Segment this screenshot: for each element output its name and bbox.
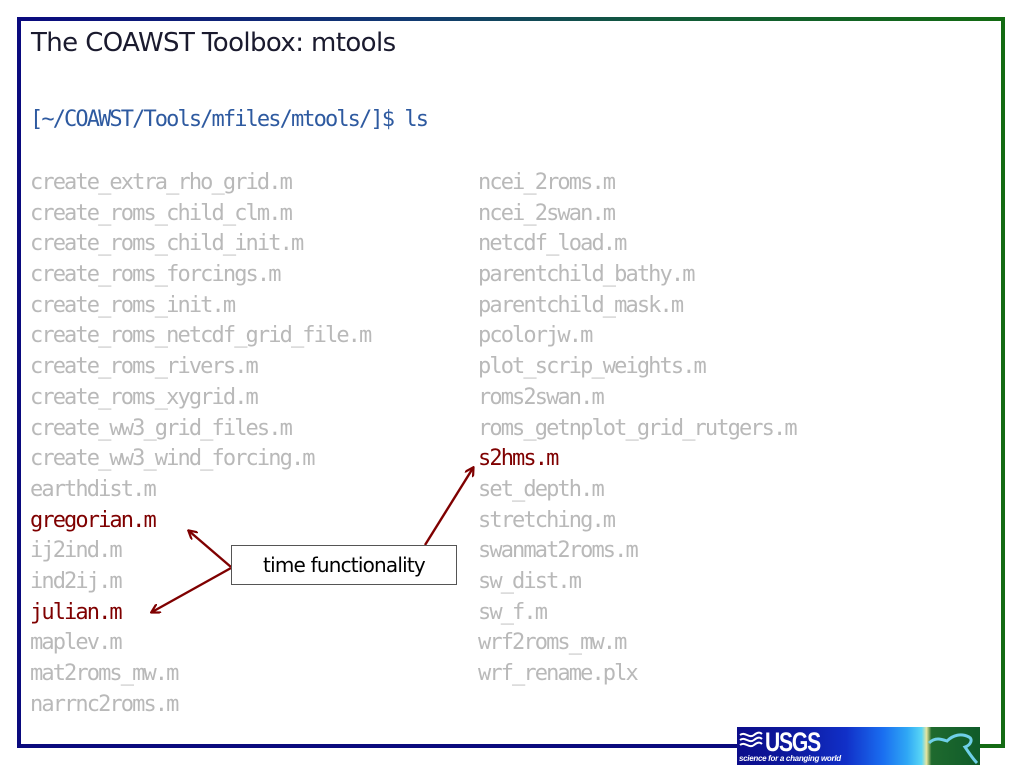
terminal-prompt: [~/COAWST/Tools/mfiles/mtools/]$ ls	[30, 107, 429, 132]
file-entry: earthdist.m	[30, 476, 157, 502]
file-entry: netcdf_load.m	[478, 231, 627, 257]
file-entry: ncei_2roms.m	[478, 170, 616, 195]
file-entry: plot_scrip_weights.m	[478, 354, 707, 380]
usgs-logo: USGS science for a changing world	[737, 727, 980, 765]
file-entry: wrf_rename.plx	[478, 661, 639, 686]
frame-right-border-lower	[1001, 207, 1005, 748]
file-list-left: create_extra_rho_grid.m create_roms_child…	[30, 168, 372, 720]
river-icon	[927, 733, 979, 765]
file-entry: sw_dist.m	[478, 568, 582, 594]
frame-bottom-border-right	[978, 744, 1005, 748]
usgs-tagline: science for a changing world	[739, 754, 841, 763]
file-entry: mat2roms_mw.m	[30, 661, 179, 686]
file-entry: stretching.m	[478, 507, 616, 533]
file-entry: roms2swan.m	[478, 384, 605, 410]
file-entry: pcolorjw.m	[478, 323, 593, 349]
frame-top-border	[17, 17, 1005, 21]
file-entry: create_roms_xygrid.m	[30, 384, 259, 410]
file-entry: create_roms_forcings.m	[30, 262, 281, 288]
file-entry: create_roms_netcdf_grid_file.m	[30, 323, 372, 349]
usgs-waves-icon	[739, 731, 763, 748]
file-entry-highlighted: gregorian.m	[30, 507, 157, 533]
file-entry: parentchild_mask.m	[478, 292, 684, 318]
file-entry: parentchild_bathy.m	[478, 262, 695, 288]
frame-left-border	[17, 17, 21, 748]
frame-bottom-border	[17, 744, 739, 748]
file-entry: create_roms_child_init.m	[30, 231, 304, 257]
file-entry: create_ww3_wind_forcing.m	[30, 446, 316, 472]
file-entry: set_depth.m	[478, 476, 605, 502]
file-entry: sw_f.m	[478, 599, 548, 625]
file-entry: swanmat2roms.m	[478, 538, 639, 564]
file-entry: roms_getnplot_grid_rutgers.m	[478, 415, 798, 441]
file-entry: wrf2roms_mw.m	[478, 630, 627, 656]
slide-title: The COAWST Toolbox: mtools	[31, 28, 396, 58]
file-entry: ncei_2swan.m	[478, 200, 616, 226]
file-entry: create_ww3_grid_files.m	[30, 415, 293, 441]
file-entry-highlighted: s2hms.m	[478, 446, 559, 472]
usgs-wordmark: USGS	[765, 727, 821, 757]
file-entry: create_roms_rivers.m	[30, 354, 259, 380]
file-list-right: ncei_2roms.m ncei_2swan.m netcdf_load.mpar…	[478, 168, 798, 690]
file-entry: create_extra_rho_grid.m	[30, 170, 293, 195]
arrow-to-s2hms	[423, 468, 473, 546]
frame-right-border	[1001, 17, 1005, 208]
file-entry-highlighted: julian.m	[30, 599, 123, 625]
file-entry: create_roms_init.m	[30, 292, 236, 318]
time-functionality-callout: time functionality	[231, 545, 457, 585]
file-entry: create_roms_child_clm.m	[30, 200, 293, 226]
file-entry: maplev.m	[30, 630, 123, 656]
file-entry: narrnc2roms.m	[30, 691, 179, 717]
